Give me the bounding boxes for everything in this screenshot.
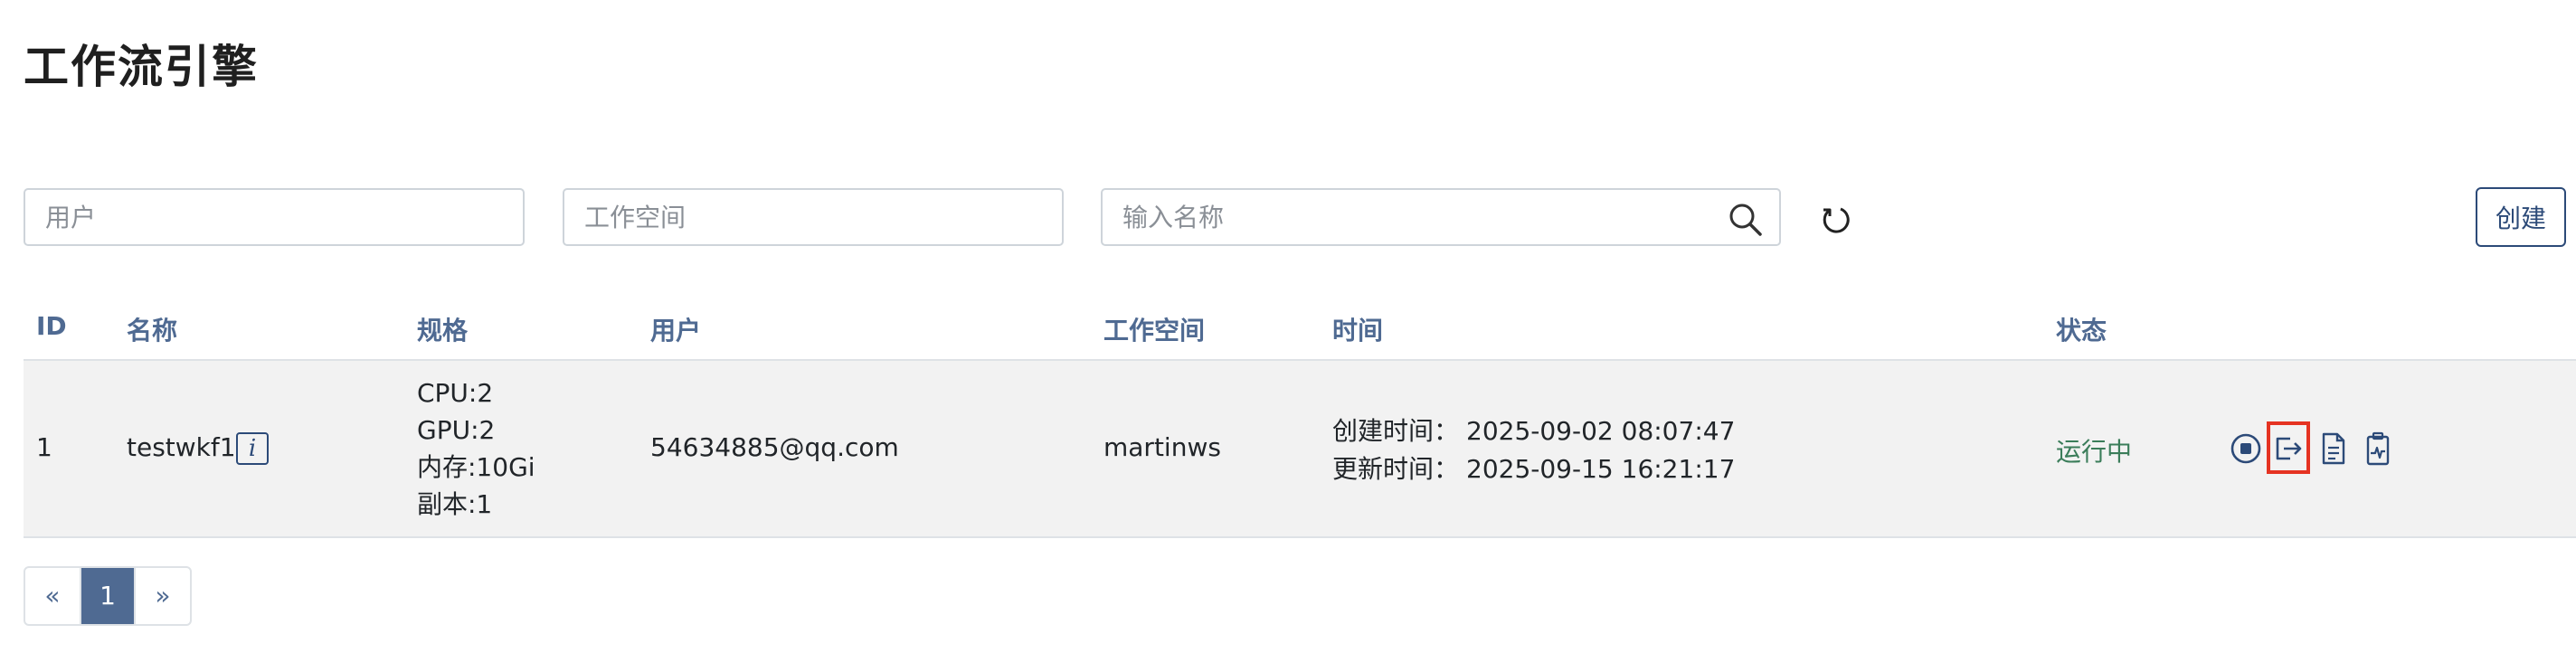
updated-label: 更新时间： [1332, 454, 1460, 484]
create-button[interactable]: 创建 [2476, 187, 2566, 247]
refresh-icon[interactable] [1818, 202, 1854, 238]
spec-gpu: GPU:2 [417, 415, 496, 445]
page-1-button[interactable]: 1 [80, 568, 136, 624]
created-time: 2025-09-02 08:07:47 [1466, 416, 1736, 446]
spec-memory: 内存:10Gi [417, 452, 535, 482]
table-row [24, 359, 2576, 538]
spec-cpu: CPU:2 [417, 378, 494, 408]
column-header-workspace: 工作空间 [1103, 316, 1206, 345]
next-page-button[interactable]: » [136, 568, 190, 624]
row-workspace: martinws [1103, 432, 1221, 462]
monitor-icon[interactable] [2360, 430, 2396, 468]
name-search-field[interactable] [1101, 188, 1781, 246]
prev-page-button[interactable]: « [25, 568, 80, 624]
status-badge: 运行中 [2056, 437, 2133, 467]
row-time: 创建时间： 2025-09-02 08:07:47 更新时间： 2025-09-15… [1332, 412, 1735, 488]
row-name: testwkf1 [127, 432, 236, 462]
search-icon[interactable] [1727, 201, 1763, 237]
column-header-user: 用户 [650, 316, 702, 345]
info-icon[interactable]: i [236, 432, 269, 465]
row-spec: CPU:2 GPU:2 内存:10Gi 副本:1 [417, 374, 535, 523]
created-label: 创建时间： [1332, 416, 1460, 446]
pagination: « 1 » [24, 566, 192, 626]
name-search-input[interactable] [1103, 190, 1779, 244]
logout-icon[interactable] [2270, 430, 2306, 468]
user-filter-field[interactable] [24, 188, 525, 246]
row-id: 1 [36, 432, 52, 462]
workspace-filter-input[interactable] [564, 190, 1062, 244]
document-icon[interactable] [2316, 430, 2352, 468]
row-user: 54634885@qq.com [650, 432, 899, 462]
column-header-spec: 规格 [417, 316, 469, 345]
column-header-status: 状态 [2056, 316, 2107, 345]
workspace-filter-field[interactable] [563, 188, 1064, 246]
column-header-time: 时间 [1332, 316, 1384, 345]
column-header-name: 名称 [127, 316, 178, 345]
stop-icon[interactable] [2228, 430, 2264, 468]
spec-replicas: 副本:1 [417, 489, 493, 519]
column-header-id: ID [36, 311, 67, 341]
page-title: 工作流引擎 [24, 41, 259, 93]
user-filter-input[interactable] [25, 190, 523, 244]
updated-time: 2025-09-15 16:21:17 [1466, 454, 1736, 484]
